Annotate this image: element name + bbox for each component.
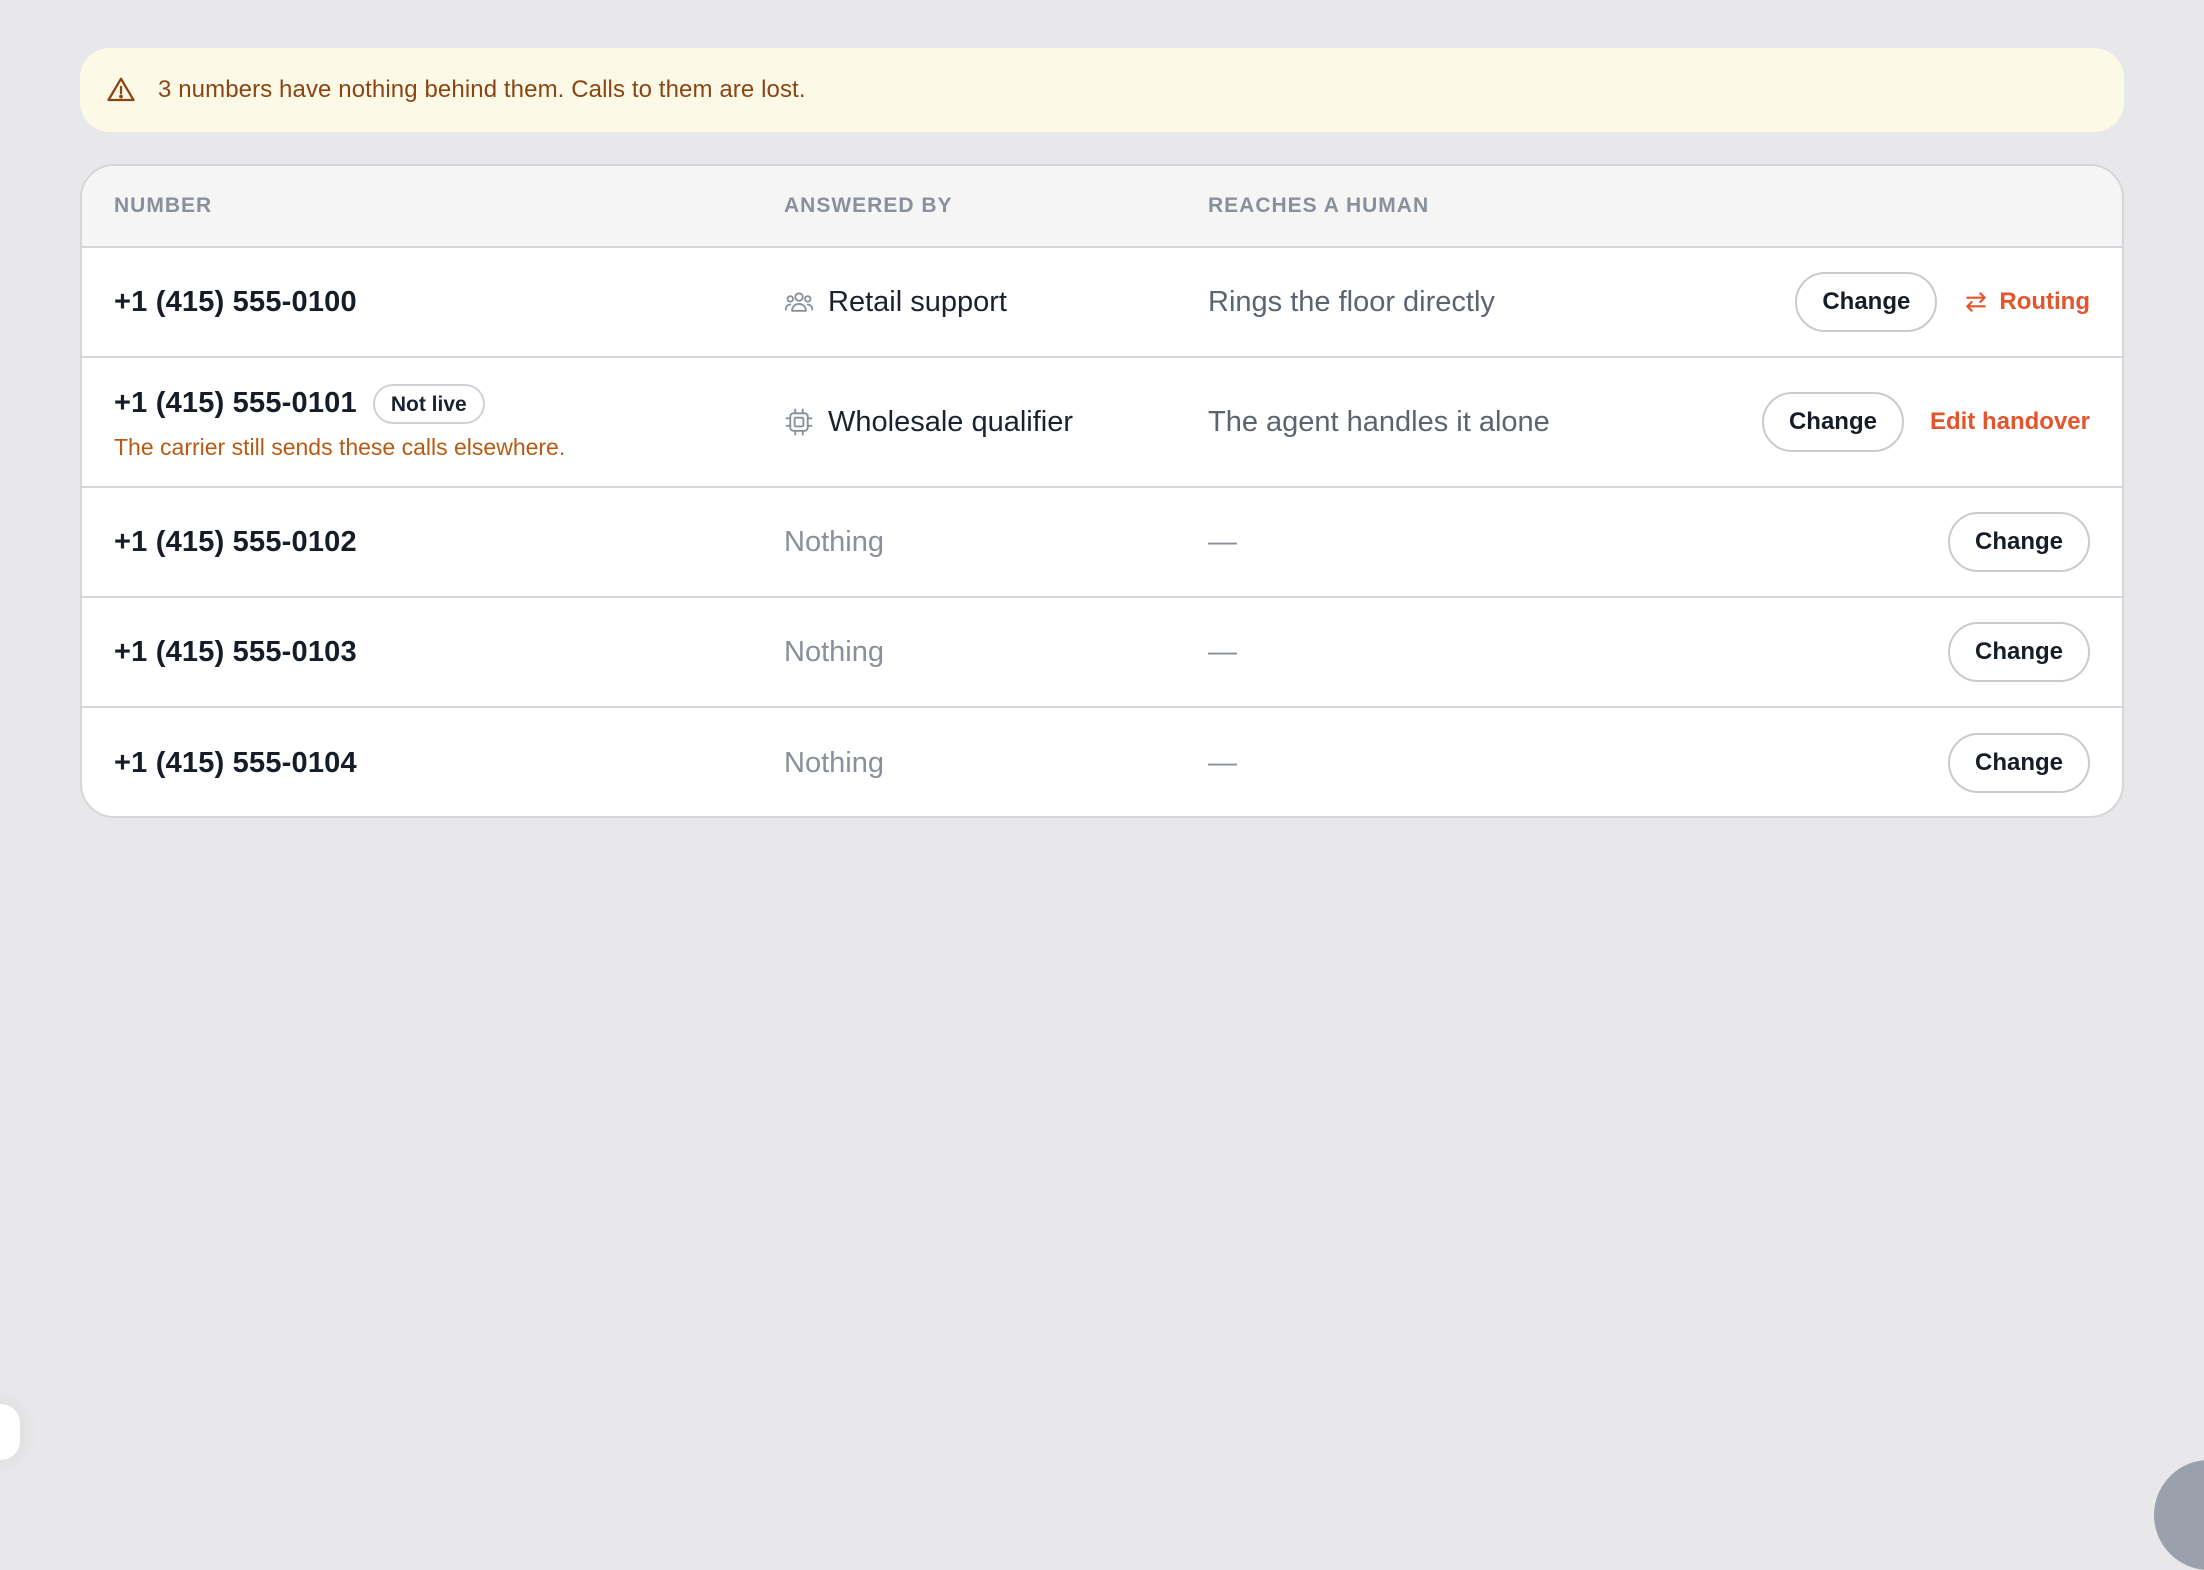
routing-link-label: Routing: [1999, 288, 2090, 315]
number-cell: +1 (415) 555-0104: [114, 708, 357, 816]
reaches-human-cell: —: [1208, 525, 1237, 558]
answered-by-cell: Nothing: [784, 708, 884, 816]
answered-by-cell: Wholesale qualifier: [784, 358, 1073, 486]
reaches-human-cell: Rings the floor directly: [1208, 285, 1495, 318]
answered-by-cell: Nothing: [784, 598, 884, 706]
floating-handle[interactable]: [0, 1404, 20, 1460]
reaches-human-cell: The agent handles it alone: [1208, 405, 1550, 438]
chip-icon: [784, 407, 814, 437]
row-actions: Change: [1947, 488, 2090, 596]
number-cell: +1 (415) 555-0103: [114, 598, 357, 706]
phone-number: +1 (415) 555-0103: [114, 635, 357, 668]
row-actions: Change: [1947, 598, 2090, 706]
warning-banner: 3 numbers have nothing behind them. Call…: [80, 48, 2124, 132]
phone-number: +1 (415) 555-0104: [114, 746, 357, 779]
answered-by-label: Wholesale qualifier: [828, 405, 1074, 438]
row-actions: Change: [1947, 708, 2090, 816]
table-header: NUMBER ANSWERED BY REACHES A HUMAN: [82, 166, 2122, 248]
table-row: +1 (415) 555-0104 Nothing — Change: [82, 708, 2122, 816]
corner-decoration: [2154, 1460, 2204, 1570]
row-actions: Change Edit handover: [1761, 358, 2090, 486]
column-header-answered-by: ANSWERED BY: [784, 194, 953, 217]
warning-banner-text: 3 numbers have nothing behind them. Call…: [158, 76, 806, 103]
status-badge: Not live: [372, 383, 485, 424]
table-row: +1 (415) 555-0103 Nothing — Change: [82, 598, 2122, 708]
answered-by-label: Nothing: [784, 635, 884, 668]
team-icon: [784, 287, 814, 317]
carrier-warning-text: The carrier still sends these calls else…: [114, 433, 566, 460]
row-actions: Change Routing: [1795, 248, 2090, 356]
edit-handover-link[interactable]: Edit handover: [1930, 408, 2090, 436]
number-cell: +1 (415) 555-0102: [114, 488, 357, 596]
change-button[interactable]: Change: [1947, 622, 2090, 682]
warning-triangle-icon: [106, 75, 136, 105]
answered-by-label: Retail support: [828, 285, 1007, 318]
numbers-table: NUMBER ANSWERED BY REACHES A HUMAN +1 (4…: [80, 164, 2124, 818]
phone-number: +1 (415) 555-0100: [114, 285, 357, 318]
column-header-number: NUMBER: [114, 194, 213, 217]
swap-arrows-icon: [1963, 289, 1989, 315]
number-cell: +1 (415) 555-0101 Not live The carrier s…: [114, 358, 565, 486]
column-header-reaches-human: REACHES A HUMAN: [1208, 194, 1430, 217]
answered-by-cell: Nothing: [784, 488, 884, 596]
answered-by-cell: Retail support: [784, 248, 1007, 356]
answered-by-label: Nothing: [784, 746, 884, 779]
change-button[interactable]: Change: [1947, 733, 2090, 793]
answered-by-label: Nothing: [784, 525, 884, 558]
phone-number: +1 (415) 555-0102: [114, 525, 357, 558]
phone-number: +1 (415) 555-0101: [114, 387, 357, 419]
number-cell: +1 (415) 555-0100: [114, 248, 357, 356]
reaches-human-cell: —: [1208, 635, 1237, 668]
change-button[interactable]: Change: [1795, 272, 1938, 332]
reaches-human-cell: —: [1208, 746, 1237, 779]
table-row: +1 (415) 555-0102 Nothing — Change: [82, 488, 2122, 598]
table-row: +1 (415) 555-0101 Not live The carrier s…: [82, 358, 2122, 488]
change-button[interactable]: Change: [1947, 512, 2090, 572]
table-row: +1 (415) 555-0100 Retail support Rings t…: [82, 248, 2122, 358]
change-button[interactable]: Change: [1761, 392, 1904, 452]
routing-link[interactable]: Routing: [1963, 288, 2090, 316]
